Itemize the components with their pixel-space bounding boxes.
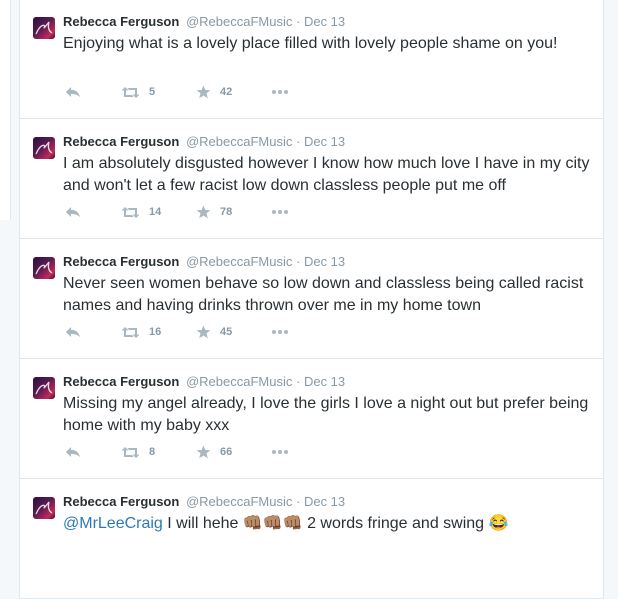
tweet-text: Never seen women behave so low down and … (63, 275, 584, 314)
star-icon (196, 445, 211, 459)
author-handle[interactable]: @RebeccaFMusic (186, 374, 292, 389)
tweet-text: Enjoying what is a lovely place filled w… (63, 35, 558, 52)
tweet-item[interactable]: Rebecca Ferguson @RebeccaFMusic · Dec 13… (20, 239, 603, 359)
favorite-button[interactable]: 42 (196, 85, 271, 99)
author-name[interactable]: Rebecca Ferguson (63, 134, 179, 149)
retweet-count: 8 (149, 446, 156, 458)
tweet-header: Rebecca Ferguson @RebeccaFMusic · Dec 13 (63, 253, 345, 271)
more-icon (272, 90, 288, 94)
tweet-date[interactable]: Dec 13 (304, 254, 345, 269)
reply-button[interactable] (65, 325, 121, 339)
retweet-count: 14 (149, 206, 162, 218)
more-button[interactable] (271, 329, 301, 335)
reply-icon (66, 87, 80, 97)
star-icon (196, 85, 211, 99)
avatar[interactable] (33, 137, 55, 159)
tweet-actions: 5 42 (65, 83, 301, 101)
reply-button[interactable] (65, 85, 121, 99)
tweet-item[interactable]: Rebecca Ferguson @RebeccaFMusic · Dec 13… (20, 0, 603, 119)
more-icon (272, 210, 288, 214)
reply-icon (66, 327, 80, 337)
tweet-item[interactable]: Rebecca Ferguson @RebeccaFMusic · Dec 13… (20, 359, 603, 479)
reply-button[interactable] (65, 445, 121, 459)
retweet-icon (121, 326, 140, 338)
tweet-item[interactable]: Rebecca Ferguson @RebeccaFMusic · Dec 13… (20, 119, 603, 239)
avatar[interactable] (33, 257, 55, 279)
retweet-icon (121, 206, 140, 218)
tweet-actions: 14 78 (65, 203, 301, 221)
author-name[interactable]: Rebecca Ferguson (63, 14, 179, 29)
star-icon (196, 205, 211, 219)
retweet-button[interactable]: 14 (121, 206, 196, 219)
reply-button[interactable] (65, 205, 121, 219)
tweet-actions: 8 66 (65, 443, 301, 461)
tweet-date[interactable]: Dec 13 (304, 14, 345, 29)
separator: · (295, 254, 301, 269)
favorite-count: 78 (220, 206, 233, 218)
tweet-header: Rebecca Ferguson @RebeccaFMusic · Dec 13 (63, 373, 345, 391)
tweet-text: I am absolutely disgusted however I know… (63, 155, 590, 194)
favorite-count: 42 (220, 86, 233, 98)
favorite-button[interactable]: 78 (196, 205, 271, 219)
tweet-item[interactable]: Rebecca Ferguson @RebeccaFMusic · Dec 13… (20, 479, 603, 599)
retweet-icon (121, 86, 140, 98)
tweet-timeline: Rebecca Ferguson @RebeccaFMusic · Dec 13… (19, 0, 604, 599)
tweet-date[interactable]: Dec 13 (304, 374, 345, 389)
tweet-date[interactable]: Dec 13 (304, 134, 345, 149)
more-icon (272, 330, 288, 334)
tweet-actions: 16 45 (65, 323, 301, 341)
retweet-button[interactable]: 8 (121, 446, 196, 459)
author-name[interactable]: Rebecca Ferguson (63, 374, 179, 389)
retweet-button[interactable]: 5 (121, 86, 196, 99)
favorite-count: 66 (220, 446, 233, 458)
retweet-count: 16 (149, 326, 162, 338)
tweet-text: Missing my angel already, I love the gir… (63, 395, 589, 434)
avatar[interactable] (33, 17, 55, 39)
star-icon (196, 325, 211, 339)
retweet-icon (121, 446, 140, 458)
favorite-button[interactable]: 66 (196, 445, 271, 459)
author-name[interactable]: Rebecca Ferguson (63, 494, 179, 509)
avatar[interactable] (33, 497, 55, 519)
author-handle[interactable]: @RebeccaFMusic (186, 134, 292, 149)
tweet-text: @MrLeeCraig I will hehe 👊🏽👊🏽👊🏽 2 words f… (63, 513, 593, 535)
author-handle[interactable]: @RebeccaFMusic (186, 14, 292, 29)
tweet-header: Rebecca Ferguson @RebeccaFMusic · Dec 13 (63, 493, 345, 511)
left-column-edge (0, 0, 11, 220)
author-handle[interactable]: @RebeccaFMusic (186, 494, 292, 509)
tweet-header: Rebecca Ferguson @RebeccaFMusic · Dec 13 (63, 133, 345, 151)
favorite-count: 45 (220, 326, 233, 338)
author-name[interactable]: Rebecca Ferguson (63, 254, 179, 269)
more-button[interactable] (271, 449, 301, 455)
author-handle[interactable]: @RebeccaFMusic (186, 254, 292, 269)
tweet-date[interactable]: Dec 13 (304, 494, 345, 509)
separator: · (295, 134, 301, 149)
separator: · (295, 14, 301, 29)
more-button[interactable] (271, 209, 301, 215)
reply-icon (66, 447, 80, 457)
more-button[interactable] (271, 89, 301, 95)
avatar[interactable] (33, 377, 55, 399)
separator: · (295, 494, 301, 509)
separator: · (295, 374, 301, 389)
favorite-button[interactable]: 45 (196, 325, 271, 339)
reply-icon (66, 207, 80, 217)
tweet-header: Rebecca Ferguson @RebeccaFMusic · Dec 13 (63, 13, 345, 31)
more-icon (272, 450, 288, 454)
retweet-count: 5 (149, 86, 156, 98)
retweet-button[interactable]: 16 (121, 326, 196, 339)
